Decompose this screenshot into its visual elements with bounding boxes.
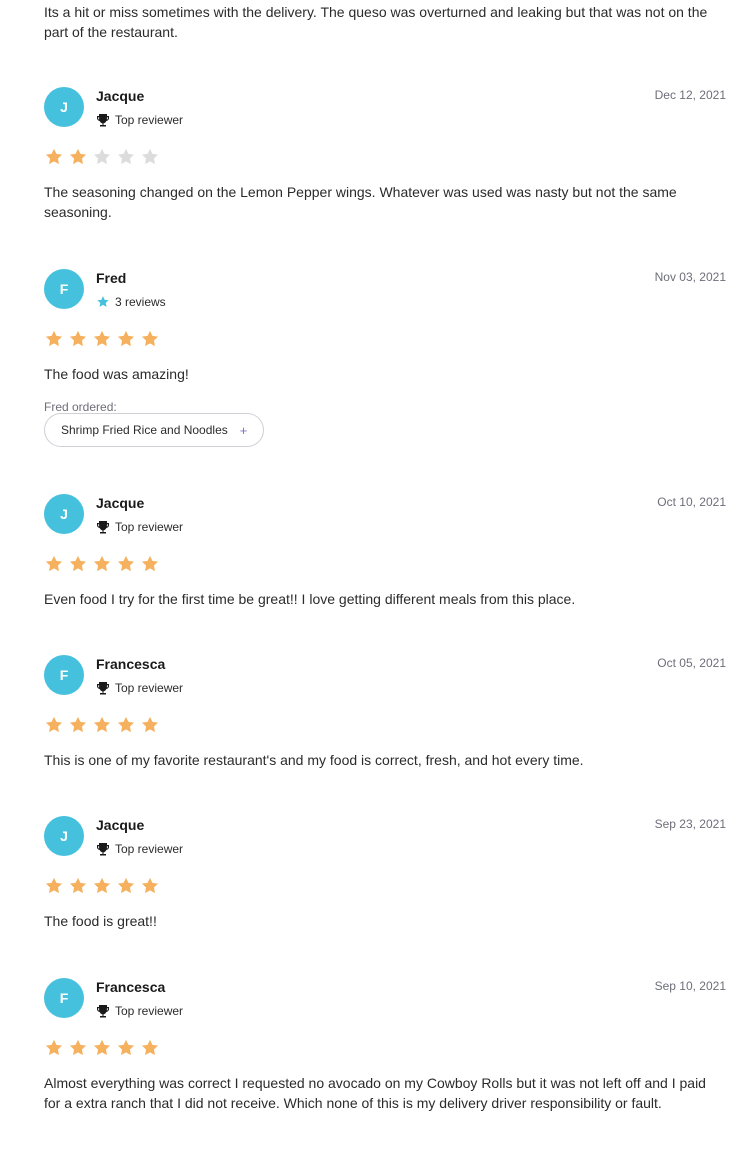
review-text: Its a hit or miss sometimes with the del… <box>44 4 708 40</box>
review-text: Almost everything was correct I requeste… <box>44 1075 706 1111</box>
review-text: This is one of my favorite restaurant's … <box>44 752 584 768</box>
reviewer-badge: Top reviewer <box>96 113 183 127</box>
star-filled-icon <box>45 555 63 572</box>
star-filled-icon <box>117 1039 135 1056</box>
star-filled-icon <box>45 148 63 165</box>
reviewer-name[interactable]: Jacque <box>96 495 144 511</box>
reviews-feed: Its a hit or miss sometimes with the del… <box>0 0 750 1157</box>
star-empty-icon <box>117 148 135 165</box>
reviewer-badge: Top reviewer <box>96 520 183 534</box>
star-filled-icon <box>141 716 159 733</box>
review-date: Sep 10, 2021 <box>654 979 726 993</box>
reviewer-name[interactable]: Fred <box>96 270 126 286</box>
badge-label: 3 reviews <box>115 295 166 309</box>
reviewer-name[interactable]: Jacque <box>96 817 144 833</box>
reviewer-badge: Top reviewer <box>96 681 183 695</box>
reviewer-badge: 3 reviews <box>96 295 166 309</box>
avatar: F <box>44 978 84 1018</box>
avatar: J <box>44 816 84 856</box>
star-rating <box>44 1038 160 1058</box>
ordered-label: Fred ordered: <box>44 400 117 414</box>
reviewer-badge: Top reviewer <box>96 1004 183 1018</box>
badge-label: Top reviewer <box>115 113 184 127</box>
star-filled-icon <box>69 716 87 733</box>
star-rating <box>44 147 160 167</box>
star-rating <box>44 876 160 896</box>
star-filled-icon <box>45 716 63 733</box>
star-filled-icon <box>93 555 111 572</box>
trophy-icon <box>97 114 109 127</box>
badge-label: Top reviewer <box>115 1004 184 1018</box>
plus-icon: + <box>239 422 248 438</box>
star-filled-icon <box>93 716 111 733</box>
star-filled-icon <box>45 1039 63 1056</box>
star-filled-icon <box>69 555 87 572</box>
star-empty-icon <box>93 148 111 165</box>
star-filled-icon <box>117 555 135 572</box>
badge-label: Top reviewer <box>115 842 184 856</box>
review-date: Oct 10, 2021 <box>657 495 726 509</box>
star-filled-icon <box>45 330 63 347</box>
review-text: The food is great!! <box>44 913 157 929</box>
avatar: J <box>44 87 84 127</box>
review-text: Even food I try for the first time be gr… <box>44 591 576 607</box>
review-date: Sep 23, 2021 <box>654 817 726 831</box>
star-filled-icon <box>69 148 87 165</box>
trophy-icon <box>97 521 109 534</box>
review-date: Dec 12, 2021 <box>654 88 726 102</box>
trophy-icon <box>97 843 109 856</box>
review-date: Oct 05, 2021 <box>657 656 726 670</box>
star-filled-icon <box>69 1039 87 1056</box>
review-text: The food was amazing! <box>44 366 189 382</box>
star-filled-icon <box>93 330 111 347</box>
star-filled-icon <box>45 877 63 894</box>
reviewer-name[interactable]: Jacque <box>96 88 144 104</box>
star-filled-icon <box>117 716 135 733</box>
review-date: Nov 03, 2021 <box>654 270 726 284</box>
reviewer-name[interactable]: Francesca <box>96 656 165 672</box>
star-rating <box>44 715 160 735</box>
star-filled-icon <box>141 330 159 347</box>
star-filled-icon <box>69 877 87 894</box>
star-empty-icon <box>141 148 159 165</box>
reviewer-badge: Top reviewer <box>96 842 183 856</box>
star-filled-icon <box>69 330 87 347</box>
badge-label: Top reviewer <box>115 520 184 534</box>
trophy-icon <box>97 1005 109 1018</box>
star-icon <box>97 296 109 307</box>
reviewer-name[interactable]: Francesca <box>96 979 165 995</box>
star-filled-icon <box>93 1039 111 1056</box>
avatar: F <box>44 655 84 695</box>
avatar: J <box>44 494 84 534</box>
ordered-item-label: Shrimp Fried Rice and Noodles <box>61 423 228 437</box>
star-rating <box>44 554 160 574</box>
avatar: F <box>44 269 84 309</box>
star-filled-icon <box>93 877 111 894</box>
ordered-item-chip[interactable]: Shrimp Fried Rice and Noodles + <box>44 413 265 447</box>
star-filled-icon <box>141 877 159 894</box>
star-filled-icon <box>141 1039 159 1056</box>
star-filled-icon <box>117 330 135 347</box>
trophy-icon <box>97 682 109 695</box>
review-text: The seasoning changed on the Lemon Peppe… <box>44 184 677 220</box>
star-rating <box>44 329 160 349</box>
star-filled-icon <box>141 555 159 572</box>
badge-label: Top reviewer <box>115 681 184 695</box>
star-filled-icon <box>117 877 135 894</box>
